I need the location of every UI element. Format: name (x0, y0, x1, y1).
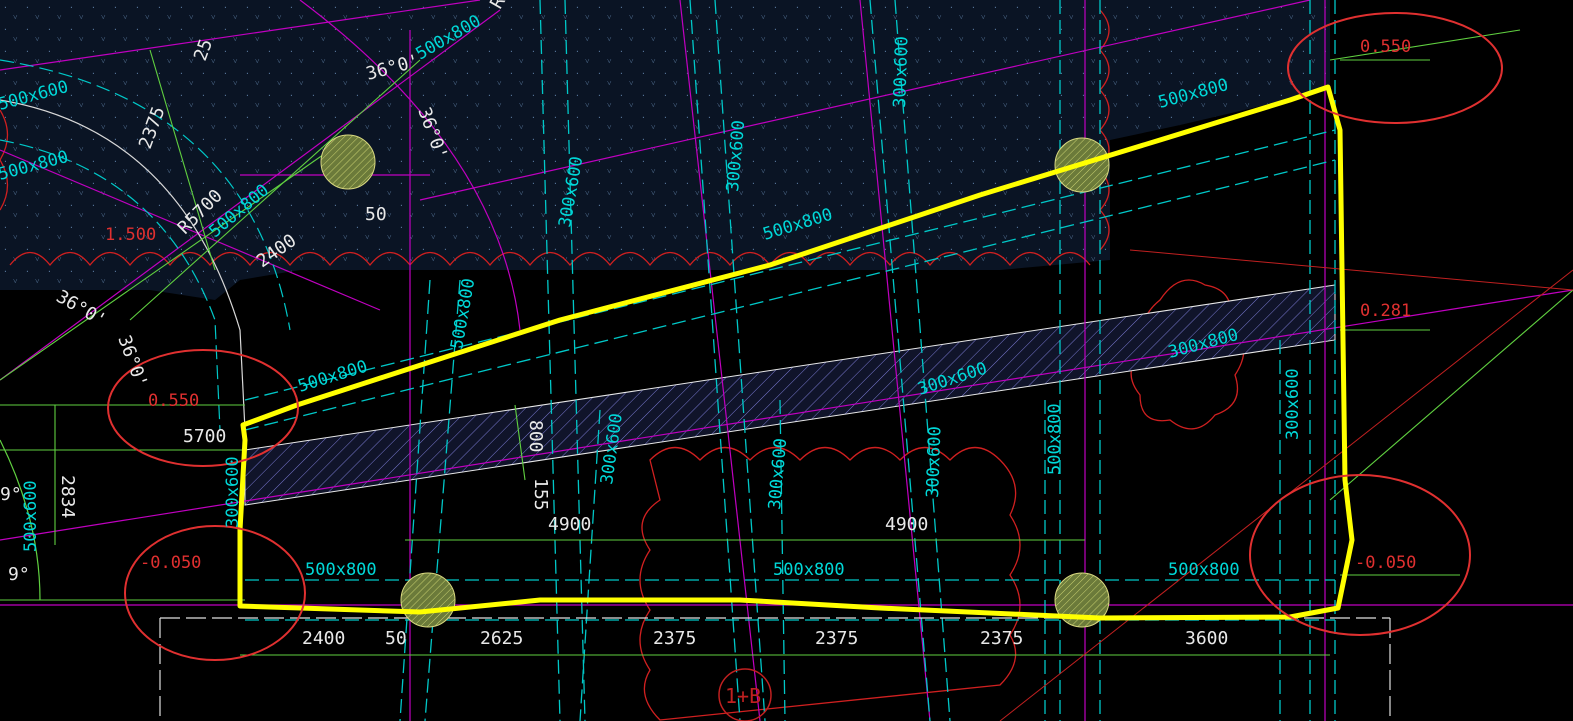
dimension-label: 2375 (653, 628, 696, 649)
axis-bubble-label: 1+B (725, 684, 761, 708)
beam-label: 500x800 (447, 277, 479, 351)
dimension-label: 3600 (1185, 628, 1228, 649)
column-1 (320, 134, 376, 190)
angle-label: 9° (8, 564, 30, 585)
dimension-label: 4900 (548, 514, 591, 535)
angle-label: 36°0' (53, 286, 110, 331)
dimension-label: 2834 (57, 475, 78, 518)
angle-label: 9° (0, 484, 22, 505)
beam-label: 500x800 (1045, 403, 1065, 475)
beam-label: 500x800 (296, 357, 370, 397)
beam-label: 500x600 (21, 480, 41, 552)
beam-label: 300x600 (890, 36, 912, 108)
beam-label: 500x800 (305, 560, 377, 580)
beam-label: 300x600 (923, 426, 945, 498)
elevation-left-bottom: -0.050 (140, 553, 201, 573)
dimension-label: 800 (525, 420, 546, 453)
elevation-top-right: 0.550 (1360, 37, 1411, 57)
elevation-left-mid: 0.550 (148, 391, 199, 411)
elevation-mid-right: 0.281 (1360, 301, 1411, 321)
ellipse-left-bottom (124, 525, 306, 661)
dimension-label: 2375 (815, 628, 858, 649)
column-3 (400, 572, 456, 628)
dimension-label: 50 (365, 204, 387, 225)
dimension-label: 2375 (980, 628, 1023, 649)
beam-label: 300x600 (1283, 368, 1303, 440)
dimension-label: 2400 (302, 628, 345, 649)
beam-label: 300x600 (223, 456, 243, 528)
hatched-slab (244, 284, 1336, 506)
dimension-label: 2625 (480, 628, 523, 649)
beam-label: 500x800 (1168, 560, 1240, 580)
planting-zone (0, 0, 1110, 300)
dimension-label: 4900 (885, 514, 928, 535)
elevation-bottom-right: -0.050 (1355, 553, 1416, 573)
cad-drawing-canvas: · ˅ (0, 0, 1573, 721)
dimension-label: 155 (530, 478, 551, 511)
elevation-left-top: 1.500 (105, 225, 156, 245)
dimension-label: 50 (385, 628, 407, 649)
beam-label: 500x800 (773, 560, 845, 580)
dimension-label: 5700 (183, 426, 226, 447)
